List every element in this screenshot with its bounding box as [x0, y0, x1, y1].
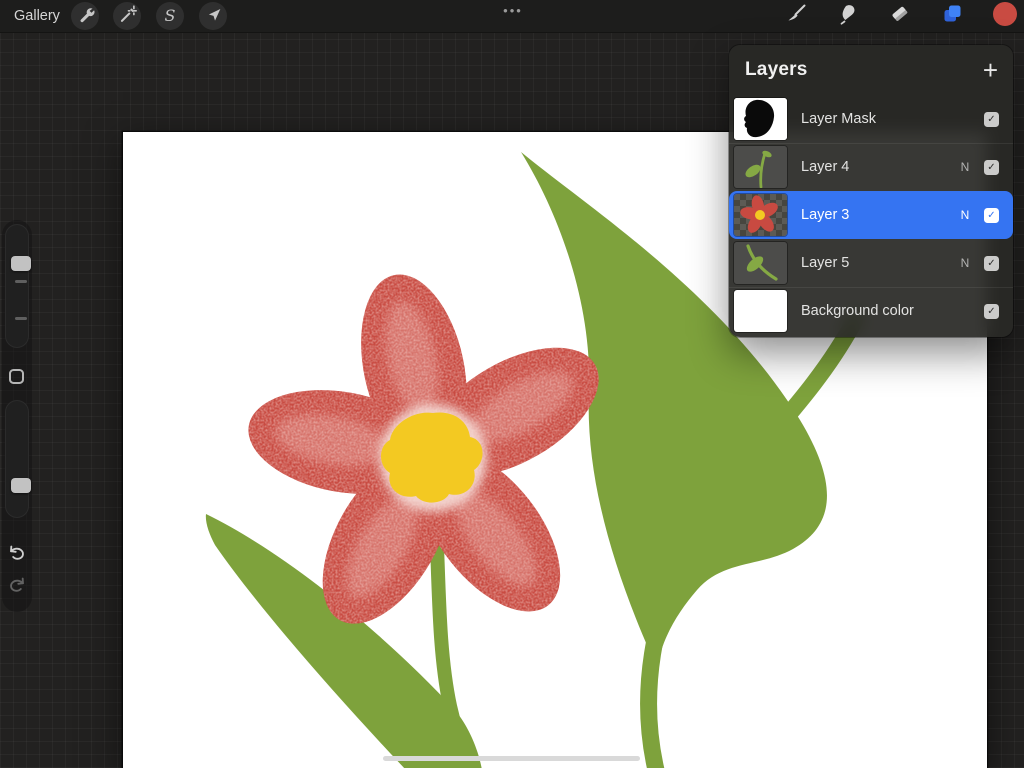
gallery-button[interactable]: Gallery	[14, 8, 60, 24]
layer-row-background-color[interactable]: Background color ✓	[729, 287, 1013, 335]
layer-visibility-checkbox[interactable]: ✓	[984, 159, 999, 175]
layer-4-thumbnail	[734, 146, 787, 188]
paintbrush-icon	[783, 1, 809, 32]
layer-row-layer-3-selected[interactable]: Layer 3 N ✓	[729, 191, 1013, 239]
selection-s-icon: S	[164, 6, 176, 25]
blend-mode-badge[interactable]: N	[956, 160, 974, 174]
background-color-thumbnail	[734, 290, 787, 332]
redo-button[interactable]	[6, 575, 28, 597]
wrench-icon	[74, 3, 96, 30]
brush-size-slider[interactable]	[5, 224, 31, 348]
magic-wand-icon	[116, 3, 138, 30]
layers-icon	[939, 1, 965, 32]
layer-name: Layer Mask	[801, 111, 876, 127]
layer-name: Layer 4	[801, 159, 850, 175]
layer-name: Background color	[801, 303, 914, 319]
opacity-slider[interactable]	[5, 400, 31, 518]
layer-5-thumbnail	[734, 242, 787, 284]
adjustments-button[interactable]	[113, 2, 141, 30]
layer-row-layer-5[interactable]: Layer 5 N ✓	[729, 239, 1013, 287]
layers-panel: Layers + Layer Mask ✓ Layer 4 N ✓ Layer …	[729, 45, 1013, 337]
sidebar	[2, 220, 32, 612]
layer-name: Layer 5	[801, 255, 850, 271]
undo-button[interactable]	[6, 543, 28, 565]
opacity-handle[interactable]	[11, 478, 31, 493]
redo-arrow-icon	[6, 577, 28, 601]
layers-panel-title: Layers	[745, 59, 808, 80]
actions-button[interactable]	[71, 2, 99, 30]
layer-3-thumbnail	[734, 194, 787, 236]
layer-visibility-checkbox[interactable]: ✓	[984, 207, 999, 223]
layer-mask-thumbnail	[734, 98, 787, 140]
undo-arrow-icon	[6, 545, 28, 569]
layers-button[interactable]	[939, 3, 965, 29]
eraser-tool[interactable]	[887, 3, 913, 29]
add-layer-button[interactable]: +	[983, 57, 998, 83]
top-toolbar: Gallery S •••	[0, 0, 1024, 33]
canvas-menu-dots[interactable]: •••	[497, 3, 529, 18]
blend-mode-badge[interactable]: N	[956, 208, 974, 222]
layer-visibility-checkbox[interactable]: ✓	[984, 111, 999, 127]
brush-tool[interactable]	[783, 3, 809, 29]
brush-size-handle[interactable]	[11, 256, 31, 271]
transform-button[interactable]	[199, 2, 227, 30]
modify-button[interactable]	[9, 369, 24, 384]
slider-tick	[15, 280, 27, 283]
blend-mode-badge[interactable]: N	[956, 256, 974, 270]
smudge-finger-icon	[835, 1, 861, 32]
layers-panel-header: Layers +	[729, 45, 1013, 95]
home-indicator[interactable]	[383, 756, 640, 761]
smudge-tool[interactable]	[835, 3, 861, 29]
color-swatch-button[interactable]	[992, 1, 1018, 32]
transform-arrow-icon	[202, 3, 224, 30]
slider-tick	[15, 317, 27, 320]
layer-visibility-checkbox[interactable]: ✓	[984, 303, 999, 319]
layer-visibility-checkbox[interactable]: ✓	[984, 255, 999, 271]
selection-button[interactable]: S	[156, 2, 184, 30]
layer-row-layer-mask[interactable]: Layer Mask ✓	[729, 95, 1013, 143]
layer-name: Layer 3	[801, 207, 850, 223]
eraser-icon	[887, 1, 913, 32]
layer-row-layer-4[interactable]: Layer 4 N ✓	[729, 143, 1013, 191]
color-circle-icon	[992, 1, 1018, 32]
